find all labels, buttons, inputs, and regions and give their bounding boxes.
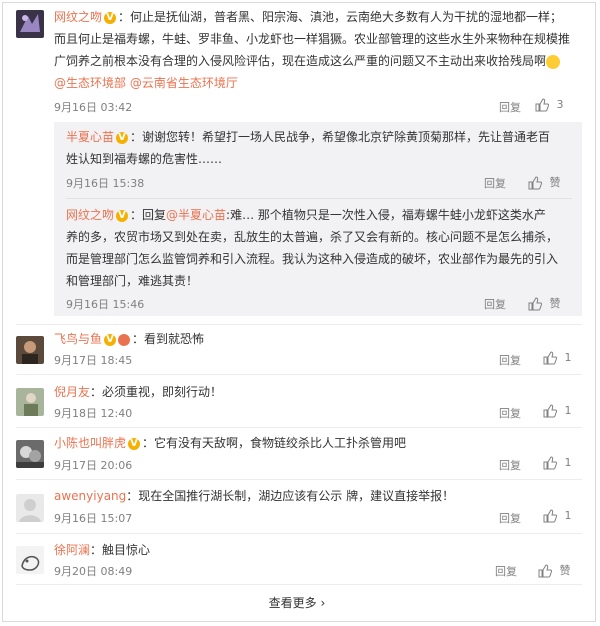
reply-button[interactable]: 回复 — [499, 510, 521, 526]
username-link[interactable]: awenyiyang — [54, 489, 126, 503]
user-avatar[interactable] — [16, 440, 44, 468]
username-link[interactable]: 网纹之吻 — [66, 208, 114, 222]
comment-divider — [16, 427, 582, 428]
thumbs-up-icon — [538, 564, 552, 578]
comment-time: 9月20日 08:49 — [54, 565, 133, 578]
reply-text: 半夏心苗 V ：谢谢您转！希望打一场人民战争，希望像北京铲除黄顶菊那样，先让普通老百… — [66, 130, 551, 166]
user-avatar[interactable] — [16, 494, 44, 522]
user-avatar[interactable] — [16, 336, 44, 364]
like-count: 1 — [564, 404, 572, 417]
comment-text: 小陈也叫胖虎 V ：它有没有天敌啊，食物链绞杀比人工扑杀管用吧 — [54, 436, 407, 450]
verified-badge-icon: V — [104, 11, 117, 24]
mention-link[interactable]: @生态环境部 — [54, 76, 126, 90]
comment-time: 9月17日 18:45 — [54, 354, 133, 367]
comment-time: 9月18日 12:40 — [54, 407, 133, 420]
like-button[interactable]: 赞 — [528, 295, 561, 311]
username-link[interactable]: 徐阿澜 — [54, 543, 90, 557]
thumbs-up-icon — [543, 509, 557, 523]
chevron-right-icon: › — [320, 596, 326, 610]
comment-time: 9月16日 03:42 — [54, 101, 133, 114]
like-button[interactable]: 1 — [543, 456, 572, 470]
comment-text: awenyiyang：现在全国推行湖长制，湖边应该有公示 牌，建议直接举报！ — [54, 489, 455, 503]
comment-time: 9月17日 20:06 — [54, 459, 133, 472]
comment-divider — [16, 584, 582, 585]
user-avatar[interactable] — [16, 388, 44, 416]
like-count: 1 — [564, 456, 572, 469]
reply-button[interactable]: 回复 — [499, 352, 521, 368]
reply-button[interactable]: 回复 — [484, 175, 506, 191]
thumbs-up-icon — [535, 98, 549, 112]
thumbs-up-icon — [543, 351, 557, 365]
comment-text: 徐阿澜：触目惊心 — [54, 543, 151, 557]
like-button[interactable]: 1 — [543, 509, 572, 523]
username-link[interactable]: 倪月友 — [54, 385, 90, 399]
comment-divider — [16, 324, 582, 325]
like-button[interactable]: 1 — [543, 351, 572, 365]
verified-badge-icon: V — [128, 437, 141, 450]
like-button[interactable]: 3 — [535, 98, 564, 112]
like-count: 1 — [564, 351, 572, 364]
username-link[interactable]: 小陈也叫胖虎 — [54, 436, 126, 450]
comment-text: 飞鸟与鱼 V ：看到就恐怖 — [54, 332, 205, 346]
view-more-link[interactable]: 查看更多 › — [0, 594, 594, 611]
comment-time: 9月16日 15:07 — [54, 512, 133, 525]
comment-text: 倪月友：必须重视，即刻行动！ — [54, 385, 223, 399]
reply-button[interactable]: 回复 — [499, 457, 521, 473]
reply-divider — [66, 198, 572, 199]
comment-divider — [16, 533, 582, 534]
like-button[interactable]: 赞 — [538, 562, 571, 578]
like-button[interactable]: 1 — [543, 404, 572, 418]
like-button[interactable]: 赞 — [528, 174, 561, 190]
mention-link[interactable]: @半夏心苗 — [166, 208, 226, 222]
thumbs-up-icon — [543, 456, 557, 470]
thumbs-up-icon — [528, 297, 542, 311]
comment-text: 网纹之吻 V ：何止是抚仙湖，普者黑、阳宗海、滇池，云南绝大多数有人为干扰的湿地都一… — [54, 10, 571, 90]
smile-emoji-icon — [546, 54, 561, 69]
user-avatar[interactable] — [16, 546, 44, 574]
username-link[interactable]: 网纹之吻 — [54, 10, 102, 24]
member-badge-icon — [118, 333, 131, 346]
username-link[interactable]: 飞鸟与鱼 — [54, 332, 102, 346]
verified-badge-icon: V — [116, 131, 129, 144]
reply-button[interactable]: 回复 — [495, 563, 517, 579]
user-avatar[interactable] — [16, 10, 44, 38]
reply-time: 9月16日 15:38 — [66, 177, 145, 190]
thumbs-up-icon — [543, 404, 557, 418]
reply-button[interactable]: 回复 — [499, 99, 521, 115]
mention-link[interactable]: @云南省生态环境厅 — [130, 76, 238, 90]
verified-badge-icon: V — [104, 333, 117, 346]
verified-badge-icon: V — [116, 209, 129, 222]
thumbs-up-icon — [528, 176, 542, 190]
username-link[interactable]: 半夏心苗 — [66, 130, 114, 144]
reply-time: 9月16日 15:46 — [66, 298, 145, 311]
like-count: 3 — [556, 98, 564, 111]
comment-divider — [16, 479, 582, 480]
reply-button[interactable]: 回复 — [499, 405, 521, 421]
comment-divider — [16, 374, 582, 375]
like-count: 1 — [564, 509, 572, 522]
reply-button[interactable]: 回复 — [484, 296, 506, 312]
reply-text: 网纹之吻 V ：回复@半夏心苗:难… 那个植物只是一次性入侵，福寿螺牛蛙小龙虾这类水… — [66, 208, 559, 288]
